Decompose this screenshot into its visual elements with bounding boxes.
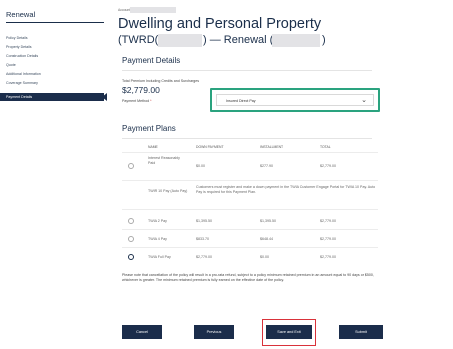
plan-down-payment: $1,395.50: [196, 219, 212, 223]
plan-installment: $648.44: [260, 237, 273, 241]
sidebar-item-coverage-summary[interactable]: Coverage Summary: [6, 81, 38, 86]
payment-method-highlight: Insured Direct Pay ⌄: [210, 88, 380, 112]
payment-method-select[interactable]: Insured Direct Pay ⌄: [216, 94, 374, 106]
payment-plans-heading: Payment Plans: [122, 124, 176, 133]
plan-name: TWIA Full Pay: [148, 255, 171, 259]
total-premium-amount: $2,779.00: [122, 85, 160, 95]
plan-name: TWIR 10 Pay (Auto Pay): [148, 189, 188, 193]
plan-total: $2,779.00: [320, 237, 336, 241]
previous-button[interactable]: Previous: [194, 325, 234, 339]
cancellation-notice: Please note that cancellation of the pol…: [122, 273, 374, 283]
payment-details-heading: Payment Details: [122, 56, 181, 65]
sidebar-item-construction-details[interactable]: Construction Details: [6, 54, 38, 59]
plan-down-payment: $2,779.00: [196, 255, 212, 259]
table-divider: [122, 247, 378, 248]
plan-name: TWIA 2 Pay: [148, 219, 167, 223]
sidebar-divider: [6, 22, 104, 23]
sidebar: Renewal Policy Details Property Details …: [0, 0, 107, 349]
plan-installment: $0.00: [260, 255, 269, 259]
plan-radio-2-pay[interactable]: [128, 218, 134, 224]
payment-method-value: Insured Direct Pay: [226, 99, 256, 103]
payment-method-label: Payment Method *: [122, 99, 152, 103]
plan-total: $2,779.00: [320, 219, 336, 223]
submit-button[interactable]: Submit: [339, 325, 383, 339]
save-and-exit-button[interactable]: Save and Exit: [266, 325, 312, 339]
table-divider: [122, 152, 378, 153]
subtitle-renewal: ) — Renewal (: [203, 34, 274, 46]
renewal-id-redacted: [272, 34, 320, 47]
account-label: Account: [118, 8, 131, 12]
table-divider: [122, 229, 378, 230]
sidebar-item-payment-details[interactable]: Payment Details: [0, 93, 104, 101]
policy-id-redacted: [158, 34, 202, 47]
plan-installment: $1,395.50: [260, 219, 276, 223]
sidebar-item-policy-details[interactable]: Policy Details: [6, 36, 28, 41]
plan-name: TWIA 4 Pay: [148, 237, 167, 241]
subtitle-close-paren: ): [322, 34, 326, 46]
sidebar-item-label: Payment Details: [6, 94, 33, 99]
plan-total: $2,779.00: [320, 255, 336, 259]
sidebar-item-property-details[interactable]: Property Details: [6, 45, 32, 50]
table-divider: [122, 180, 378, 181]
column-header-installment: INSTALLMENT: [260, 145, 284, 149]
plan-radio-4-pay[interactable]: [128, 236, 134, 242]
table-divider: [122, 209, 378, 210]
sidebar-title: Renewal: [6, 10, 36, 19]
column-header-down-payment: DOWN PAYMENT: [196, 145, 224, 149]
sidebar-item-additional-information[interactable]: Additional Information: [6, 72, 41, 77]
payment-method-label-text: Payment Method: [122, 99, 150, 103]
policy-id-prefix: (TWRD(: [118, 34, 159, 46]
plan-radio-interest[interactable]: [128, 163, 134, 169]
cancel-button[interactable]: Cancel: [122, 325, 162, 339]
page-title: Dwelling and Personal Property: [118, 16, 322, 32]
sidebar-item-quote[interactable]: Quote: [6, 63, 16, 68]
plan-radio-full-pay[interactable]: [128, 254, 134, 260]
active-indicator-arrow: [102, 93, 107, 101]
section-divider: [122, 138, 372, 139]
account-number-redacted: [130, 7, 176, 13]
plan-installment: $277.90: [260, 164, 273, 168]
plan-down-payment: $833.70: [196, 237, 209, 241]
chevron-down-icon: ⌄: [361, 97, 367, 104]
plan-down-payment: $0.00: [196, 164, 205, 168]
plan-note: Customers must register and make a down …: [196, 185, 376, 194]
column-header-name: NAME: [148, 145, 158, 149]
section-divider: [122, 70, 372, 71]
column-header-total: TOTAL: [320, 145, 331, 149]
plan-name: Interest Reasonably Paid: [148, 156, 180, 165]
required-asterisk: *: [150, 99, 152, 103]
total-premium-label: Total Premium Including Credits and Surc…: [122, 79, 200, 83]
plan-total: $2,779.00: [320, 164, 336, 168]
